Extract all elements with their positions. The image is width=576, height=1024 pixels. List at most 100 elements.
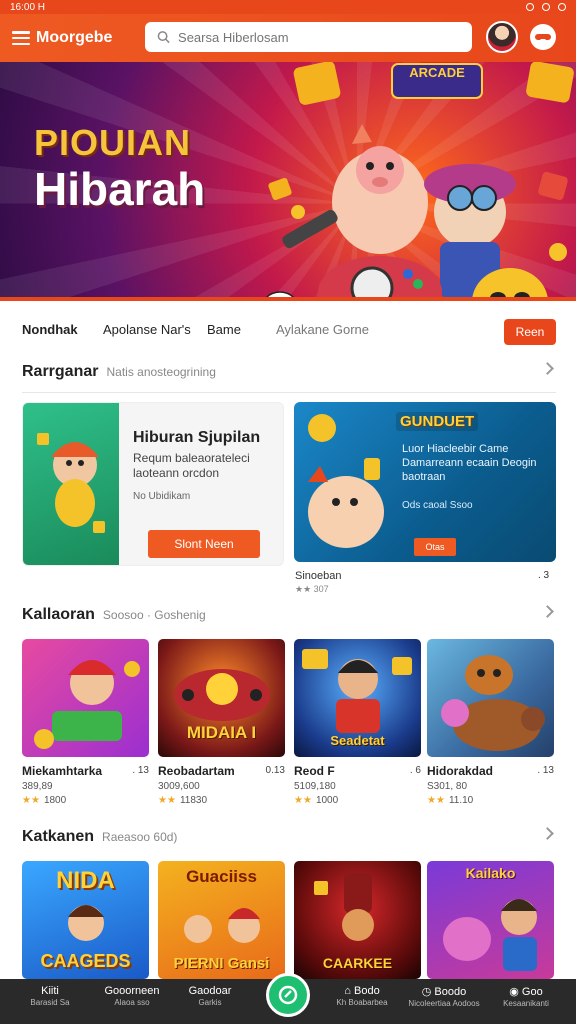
app-root: 16:00 H Moorgebe PIOUIAN Hibarah: [0, 0, 576, 1024]
bell-icon: ⌂: [344, 985, 354, 997]
character-illustration: [443, 899, 537, 971]
star-icon: ★★: [427, 795, 445, 806]
game-thumbnail-label: PIERNI Gansi: [173, 955, 270, 972]
signal-icon: [542, 3, 550, 11]
hero-divider: [0, 297, 576, 301]
notification-icon[interactable]: [530, 24, 556, 50]
tab-category-2[interactable]: Apolanse Nar's: [103, 322, 191, 337]
nav-item-2[interactable]: Gooorneen Alaoa sso: [92, 985, 172, 1007]
nav-sublabel: Barasid Sa: [30, 998, 70, 1007]
play-fab-button[interactable]: [266, 973, 310, 1017]
chevron-right-icon[interactable]: [541, 362, 554, 375]
game-card[interactable]: Hidorakdad . 13 S301, 80 ★★ 11.10: [427, 639, 554, 806]
section-header-featured[interactable]: Rarrganar Natis anosteogrining: [22, 360, 556, 384]
section-title: Katkanen: [22, 828, 95, 845]
gamepad-icon: [535, 34, 551, 40]
character-illustration: [37, 433, 105, 533]
status-time: 16:00 H: [10, 1, 46, 13]
hero-arcade-sign: ARCADE: [409, 65, 465, 80]
nav-sublabel: Kesaanikanti: [503, 999, 549, 1008]
rating-count: 11830: [179, 795, 208, 806]
star-icon: ★★: [294, 795, 312, 806]
featured-card-2-badge: GUNDUET: [396, 412, 479, 431]
brand-logo[interactable]: Moorgebe: [36, 29, 146, 47]
game-price: 5109,180: [294, 781, 336, 792]
game-card[interactable]: Seadetat Reod F . 6 5109,180 ★★ 1000: [294, 639, 421, 806]
game-card[interactable]: Kailako: [427, 861, 554, 979]
featured-card-1-meta: No Ubidikam: [133, 491, 191, 502]
nav-item-5[interactable]: ◷ Boodo Nicoleertiaa Aodoos: [404, 985, 484, 1008]
game-thumbnail: [22, 639, 149, 757]
game-thumbnail: Seadetat: [294, 639, 421, 757]
game-card[interactable]: CAARKEE: [294, 861, 421, 979]
nav-label: ◉ Goo: [509, 986, 543, 998]
tab-category-3[interactable]: Bame: [207, 322, 241, 337]
nav-sublabel: Kh Boabarbea: [336, 998, 388, 1007]
game-price: 3009,600: [158, 781, 200, 792]
menu-icon[interactable]: [12, 31, 30, 45]
game-name: Miekamhtarka: [22, 764, 103, 778]
game-card[interactable]: Guaciiss PIERNI Gansi: [158, 861, 285, 979]
featured-card-2-button[interactable]: Otas: [414, 538, 456, 556]
rating-count: 1000: [315, 795, 339, 806]
avatar[interactable]: [486, 21, 518, 53]
nav-label: Kiiti: [41, 985, 59, 997]
featured-card-1-art: [23, 403, 119, 565]
tab-category-4[interactable]: Aylakane Gorne: [276, 322, 369, 337]
profile-icon: ◉: [509, 986, 522, 998]
section-header-more[interactable]: Katkanen Raeasoo 60d): [22, 825, 556, 849]
game-card[interactable]: Miekamhtarka . 13 389,89 ★★ 1800: [22, 639, 149, 806]
character-illustration: [34, 660, 140, 749]
character-illustration: [441, 655, 545, 751]
search-bar[interactable]: [145, 22, 472, 52]
featured-card-1-desc: Requm baleaorateleci laoteann orcdon: [133, 451, 250, 480]
star-icon: ★★: [158, 795, 176, 806]
tab-category-1[interactable]: Nondhak: [22, 322, 78, 337]
rating-count: 11.10: [448, 795, 474, 806]
chevron-right-icon[interactable]: [541, 605, 554, 618]
section-header-games[interactable]: Kallaoran Soosoo · Goshenig: [22, 603, 556, 627]
section-subtitle: Raeasoo 60d): [102, 830, 178, 844]
category-tabs: Nondhak Apolanse Nar's Bame Aylakane Gor…: [0, 306, 576, 354]
game-thumbnail: [427, 639, 554, 757]
featured-card-1-button[interactable]: Slont Neen: [148, 530, 260, 558]
nav-label: Gooorneen: [104, 985, 160, 997]
hero-illustration: ARCADE: [264, 62, 574, 298]
section-title: Kallaoran: [22, 606, 95, 623]
search-icon: [157, 31, 170, 44]
nav-sublabel: Garkis: [198, 998, 222, 1007]
featured-card-1[interactable]: Hiburan Sjupilan Requm baleaorateleci la…: [22, 402, 284, 566]
search-input[interactable]: [178, 29, 460, 45]
category-action-button[interactable]: Reen: [504, 319, 556, 345]
featured-card-2-desc: Luor Hiacleebir Came Damarreann ecaain D…: [402, 443, 537, 483]
star-icon: ★★: [22, 795, 40, 806]
nav-item-home[interactable]: Kiiti Barasid Sa: [10, 985, 90, 1007]
game-name: Reod F: [294, 764, 335, 778]
game-number: . 13: [132, 765, 149, 776]
section-subtitle: Natis anosteogrining: [106, 365, 216, 379]
nav-label: ⌂ Bodo: [344, 985, 380, 997]
nav-item-3[interactable]: Gaodoar Garkis: [170, 985, 250, 1007]
game-number: . 6: [409, 765, 421, 776]
nav-label: ◷ Boodo: [421, 986, 467, 998]
hero-banner[interactable]: PIOUIAN Hibarah ARCADE: [0, 62, 576, 298]
nav-sublabel: Nicoleertiaa Aodoos: [408, 999, 480, 1008]
section-divider: [22, 392, 556, 393]
game-number: . 13: [537, 765, 554, 776]
game-icon: [278, 985, 298, 1005]
game-card[interactable]: MIDAIA I Reobadartam 0.13 3009,600 ★★ 118…: [158, 639, 285, 806]
game-thumbnail-label: CAARKEE: [322, 955, 393, 971]
featured-card-2-rating: ★★ 307: [295, 584, 329, 594]
app-header: Moorgebe: [0, 14, 576, 62]
game-thumbnail-label: CAAGEDS: [40, 951, 131, 971]
featured-card-2[interactable]: GUNDUET Luor Hiacleebir Came Damarreann …: [294, 402, 556, 562]
nav-label: Gaodoar: [188, 985, 232, 997]
game-number: 0.13: [265, 765, 285, 776]
featured-card-1-title: Hiburan Sjupilan: [133, 429, 261, 446]
game-rating: ★★ 1000: [294, 795, 338, 806]
chevron-right-icon[interactable]: [541, 827, 554, 840]
game-thumbnail: MIDAIA I: [158, 639, 285, 757]
game-card[interactable]: NIDA CAAGEDS: [22, 861, 149, 979]
nav-item-6[interactable]: ◉ Goo Kesaanikanti: [486, 985, 566, 1008]
nav-item-4[interactable]: ⌂ Bodo Kh Boabarbea: [322, 985, 402, 1007]
